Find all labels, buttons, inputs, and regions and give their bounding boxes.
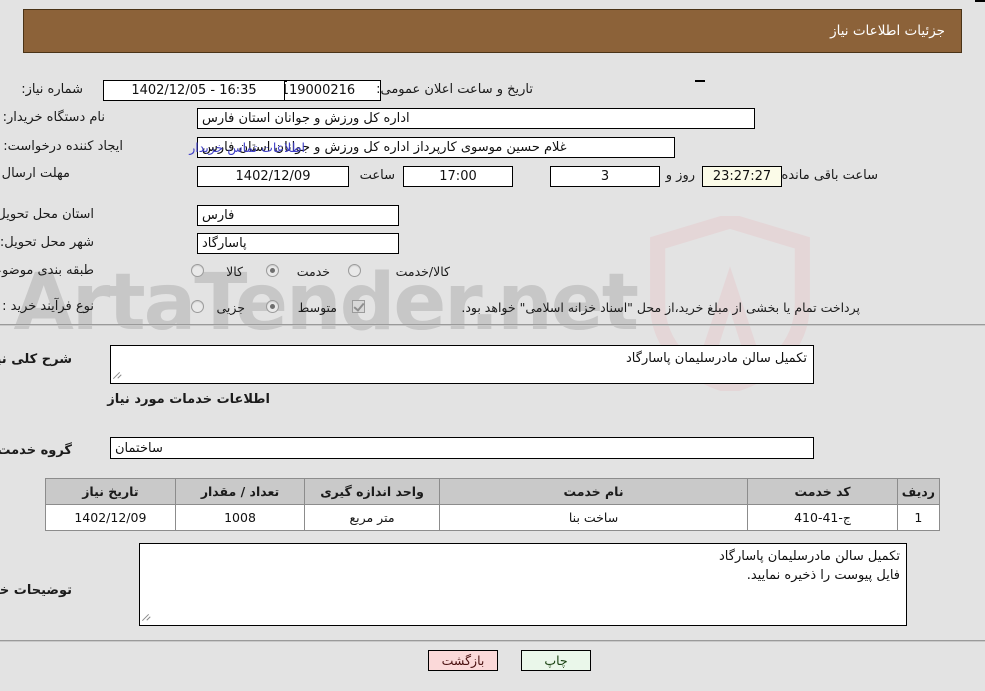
th-quantity: تعداد / مقدار (174, 478, 306, 505)
radio-category-1-label: خدمت (296, 264, 330, 279)
deadline-date: 1402/12/09 (197, 166, 349, 187)
radio-process-1[interactable] (266, 300, 279, 313)
th-row-no: ردیف (896, 478, 941, 505)
hour-value: 17:00 (403, 166, 513, 187)
city-value: پاسارگاد (197, 233, 399, 254)
th-service-name: نام خدمت (438, 478, 749, 505)
td-need-date: 1402/12/09 (45, 504, 176, 531)
description-resize-grip[interactable] (112, 370, 124, 382)
table-header-row: ردیف کد خدمت نام خدمت واحد اندازه گیری ت… (45, 478, 941, 505)
td-service-name: ساخت بنا (438, 504, 749, 531)
radio-category-0[interactable] (191, 264, 204, 277)
public-announce-label: تاریخ و ساعت اعلان عمومی: (376, 82, 533, 97)
description-input[interactable]: تکمیل سالن مادرسلیمان پاسارگاد (110, 345, 814, 384)
th-service-code: کد خدمت (747, 478, 898, 505)
public-announce-value: 16:35 - 1402/12/05 (103, 80, 285, 101)
th-need-date: تاریخ نیاز (45, 478, 176, 505)
province-value: فارس (197, 205, 399, 226)
services-heading: اطلاعات خدمات مورد نیاز (107, 392, 270, 407)
print-button[interactable]: چاپ (521, 650, 591, 671)
process-label: نوع فرآیند خرید : (2, 299, 94, 314)
th-unit: واحد اندازه گیری (304, 478, 440, 505)
service-group-label: گروه خدمت: (0, 443, 72, 458)
city-label: شهر محل تحویل: (0, 235, 94, 250)
radio-category-1[interactable] (266, 264, 279, 277)
buyer-notes-input[interactable]: تکمیل سالن مادرسلیمان پاسارگاد فایل پیوس… (139, 543, 907, 626)
service-group-value: ساختمان (110, 437, 814, 459)
radio-category-0-label: کالا (226, 264, 243, 279)
buyer-notes-resize-grip[interactable] (141, 612, 153, 624)
treasury-note: پرداخت تمام یا بخشی از مبلغ خرید،از محل … (461, 300, 860, 315)
td-unit: متر مربع (304, 504, 440, 531)
hour-label: ساعت (359, 168, 395, 183)
countdown-value: 23:27:27 (702, 166, 782, 187)
page-root: ArtaTender.net جزئیات اطلاعات نیاز شماره… (0, 0, 985, 691)
radio-process-0[interactable] (191, 300, 204, 313)
buyer-contact-link[interactable]: اطلاعات تماس خریدار (189, 140, 305, 155)
treasury-checkbox[interactable] (352, 300, 365, 313)
days-word: روز و (665, 168, 695, 183)
services-table: ردیف کد خدمت نام خدمت واحد اندازه گیری ت… (45, 478, 941, 531)
td-row-no: 1 (896, 504, 941, 531)
header-bar: جزئیات اطلاعات نیاز (23, 9, 962, 53)
category-label: طبقه بندی موضوعی: (0, 263, 94, 278)
buyer-org-value: اداره کل ورزش و جوانان استان فارس (197, 108, 755, 129)
description-label: شرح کلی نیاز: (0, 352, 72, 367)
buyer-org-label: نام دستگاه خریدار: (2, 110, 105, 125)
radio-category-2-label: کالا/خدمت (395, 264, 450, 279)
radio-process-0-label: جزیی (216, 300, 245, 315)
province-label: استان محل تحویل: (0, 207, 94, 222)
section-divider-top (0, 324, 985, 326)
days-value: 3 (550, 166, 660, 187)
td-service-code: ج-41-410 (747, 504, 898, 531)
creator-label: ایجاد کننده درخواست: (3, 139, 123, 154)
buyer-notes-label: توضیحات خریدار: (0, 583, 72, 598)
section-divider-bottom (0, 640, 985, 642)
back-button[interactable]: بازگشت (428, 650, 498, 671)
td-quantity: 1008 (174, 504, 306, 531)
radio-category-2[interactable] (348, 264, 361, 277)
table-row: 1 ج-41-410 ساخت بنا متر مربع 1008 1402/1… (45, 504, 941, 531)
remaining-word: ساعت باقی مانده (781, 168, 878, 183)
deadline-label: مهلت ارسال پاسخ: تا تاریخ: (0, 166, 70, 181)
page-title: جزئیات اطلاعات نیاز (830, 23, 945, 39)
radio-process-1-label: متوسط (297, 300, 337, 315)
